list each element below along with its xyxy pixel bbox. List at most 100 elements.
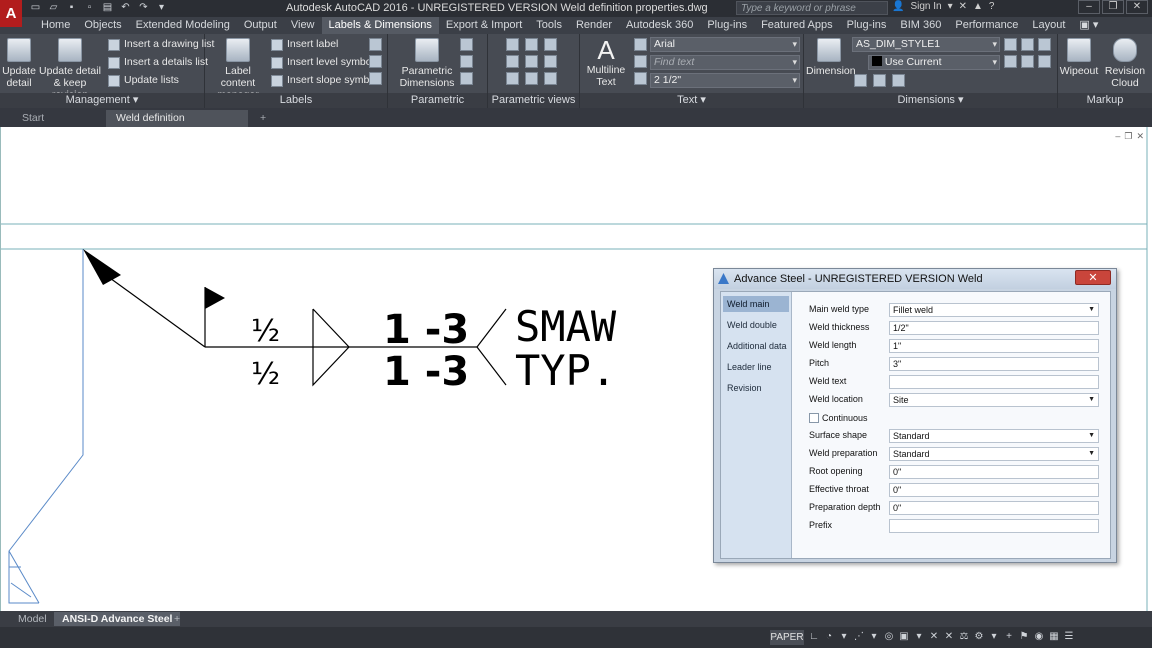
text-find-icon[interactable] <box>634 55 647 68</box>
tab-featured-apps[interactable]: Featured Apps <box>754 17 840 34</box>
dim-tool-icon[interactable] <box>854 74 867 87</box>
dim-style-select[interactable]: AS_DIM_STYLE1 <box>852 37 1000 52</box>
settings-gear-icon[interactable]: ⚙ <box>973 631 985 643</box>
update-detail-button[interactable]: Update detail <box>2 36 36 89</box>
tab-extended-modeling[interactable]: Extended Modeling <box>129 17 237 34</box>
snap-tracking-icon[interactable]: ▣ <box>898 631 910 643</box>
search-input[interactable]: Type a keyword or phrase <box>736 1 888 15</box>
paper-space-button[interactable]: PAPER <box>770 630 804 645</box>
side-tab-leader-line[interactable]: Leader line <box>723 359 789 375</box>
insert-level-symbol-button[interactable]: Insert level symbol <box>271 54 374 71</box>
weld-preparation-select[interactable]: Standard <box>889 447 1099 461</box>
weld-thickness-input[interactable]: 1/2" <box>889 321 1099 335</box>
tab-home[interactable]: Home <box>34 17 77 34</box>
label-tool-icon[interactable] <box>369 55 382 68</box>
effective-throat-input[interactable]: 0" <box>889 483 1099 497</box>
tab-tools[interactable]: Tools <box>529 17 569 34</box>
dimension-button[interactable]: Dimension <box>806 36 856 77</box>
panel-title-dimensions[interactable]: Dimensions ▾ <box>804 93 1057 108</box>
sign-in-dropdown-icon[interactable]: ▾ <box>948 1 953 12</box>
dialog-title-bar[interactable]: Advance Steel - UNREGISTERED VERSION Wel… <box>714 269 1116 289</box>
polar-dropdown-icon[interactable]: ▾ <box>838 631 850 643</box>
root-opening-input[interactable]: 0" <box>889 465 1099 479</box>
insert-details-list-button[interactable]: Insert a details list <box>108 54 208 71</box>
dimension-tool-icon[interactable] <box>460 55 473 68</box>
view-tool-icon[interactable] <box>544 55 557 68</box>
add-icon[interactable]: + <box>1003 631 1015 643</box>
text-height-icon[interactable] <box>634 72 647 85</box>
doc-tab-start[interactable]: Start <box>12 110 54 127</box>
annotation-visibility-icon[interactable]: ✕ <box>943 631 955 643</box>
isometric-dropdown-icon[interactable]: ▾ <box>868 631 880 643</box>
tab-plug-ins-2[interactable]: Plug-ins <box>840 17 894 34</box>
dim-tool-icon[interactable] <box>1004 38 1017 51</box>
tab-view[interactable]: View <box>284 17 322 34</box>
main-weld-type-select[interactable]: Fillet weld <box>889 303 1099 317</box>
help-icon[interactable]: ? <box>989 1 995 12</box>
tab-layout[interactable]: Layout <box>1025 17 1072 34</box>
save-as-icon[interactable]: ▫ <box>82 1 97 15</box>
panel-title-text[interactable]: Text ▾ <box>580 93 803 108</box>
annotation-scale-icon[interactable]: ✕ <box>928 631 940 643</box>
isolate-icon[interactable]: ⚑ <box>1018 631 1030 643</box>
update-keep-revision-button[interactable]: Update detail & keep revision <box>36 36 104 101</box>
view-tool-icon[interactable] <box>506 55 519 68</box>
dim-tool-icon[interactable] <box>1021 38 1034 51</box>
layout-tab-model[interactable]: Model <box>10 612 55 626</box>
side-tab-weld-double[interactable]: Weld double <box>723 317 789 333</box>
layout-tab-add-icon[interactable]: + <box>166 612 188 626</box>
insert-drawing-list-button[interactable]: Insert a drawing list <box>108 36 214 53</box>
sign-in-button[interactable]: Sign In <box>910 1 941 12</box>
doc-tab-active[interactable]: Weld definition properties* × <box>106 110 248 141</box>
tab-labels-dimensions[interactable]: Labels & Dimensions <box>321 17 439 34</box>
tab-export-import[interactable]: Export & Import <box>439 17 529 34</box>
tab-bim-360[interactable]: BIM 360 <box>893 17 948 34</box>
view-tool-icon[interactable] <box>525 38 538 51</box>
plot-icon[interactable]: ▤ <box>100 1 115 15</box>
undo-icon[interactable]: ↶ <box>118 1 133 15</box>
multiline-text-button[interactable]: A Multiline Text <box>584 36 628 88</box>
side-tab-additional-data[interactable]: Additional data <box>723 338 789 354</box>
autocad-logo-icon[interactable]: A <box>0 0 22 27</box>
dim-tool-icon[interactable] <box>1021 55 1034 68</box>
doc-tab-add-icon[interactable]: + <box>250 110 276 127</box>
tab-autodesk-360[interactable]: Autodesk 360 <box>619 17 700 34</box>
minimize-icon[interactable]: – <box>1078 0 1100 14</box>
lineweight-dropdown-icon[interactable]: ▾ <box>913 631 925 643</box>
dim-tool-icon[interactable] <box>1004 55 1017 68</box>
side-tab-weld-main[interactable]: Weld main <box>723 296 789 312</box>
view-tool-icon[interactable] <box>525 72 538 85</box>
layout-tab-active[interactable]: ANSI-D Advance Steel <box>54 612 181 626</box>
weld-length-input[interactable]: 1" <box>889 339 1099 353</box>
weld-text-input[interactable] <box>889 375 1099 389</box>
parametric-dimensions-button[interactable]: Parametric Dimensions <box>396 36 458 89</box>
dialog-close-button[interactable]: ✕ <box>1075 270 1111 285</box>
view-tool-icon[interactable] <box>525 55 538 68</box>
close-window-icon[interactable]: ✕ <box>1126 0 1148 14</box>
find-text-input[interactable]: Find text <box>650 55 800 70</box>
ribbon-options-icon[interactable]: ▣ ▾ <box>1072 17 1105 34</box>
qat-dropdown-icon[interactable]: ▾ <box>154 1 169 15</box>
panel-title-management[interactable]: Management ▾ <box>0 93 204 108</box>
open-file-icon[interactable]: ▱ <box>46 1 61 15</box>
dimension-tool-icon[interactable] <box>460 72 473 85</box>
prefix-input[interactable] <box>889 519 1099 533</box>
view-tool-icon[interactable] <box>506 72 519 85</box>
settings-dropdown-icon[interactable]: ▾ <box>988 631 1000 643</box>
revision-cloud-button[interactable]: Revision Cloud <box>1102 36 1148 89</box>
pitch-input[interactable]: 3" <box>889 357 1099 371</box>
continuous-checkbox[interactable] <box>809 413 819 423</box>
object-snap-icon[interactable]: ◎ <box>883 631 895 643</box>
preparation-depth-input[interactable]: 0" <box>889 501 1099 515</box>
text-height-select[interactable]: 2 1/2" <box>650 73 800 88</box>
text-style-icon[interactable] <box>634 38 647 51</box>
insert-slope-symbol-button[interactable]: Insert slope symbol <box>271 72 377 89</box>
label-content-manager-button[interactable]: Label content manager <box>207 36 269 101</box>
view-tool-icon[interactable] <box>544 38 557 51</box>
redo-icon[interactable]: ↷ <box>136 1 151 15</box>
dimension-tool-icon[interactable] <box>460 38 473 51</box>
view-tool-icon[interactable] <box>544 72 557 85</box>
account-icon[interactable]: ▲ <box>973 1 983 12</box>
surface-shape-select[interactable]: Standard <box>889 429 1099 443</box>
weld-location-select[interactable]: Site <box>889 393 1099 407</box>
